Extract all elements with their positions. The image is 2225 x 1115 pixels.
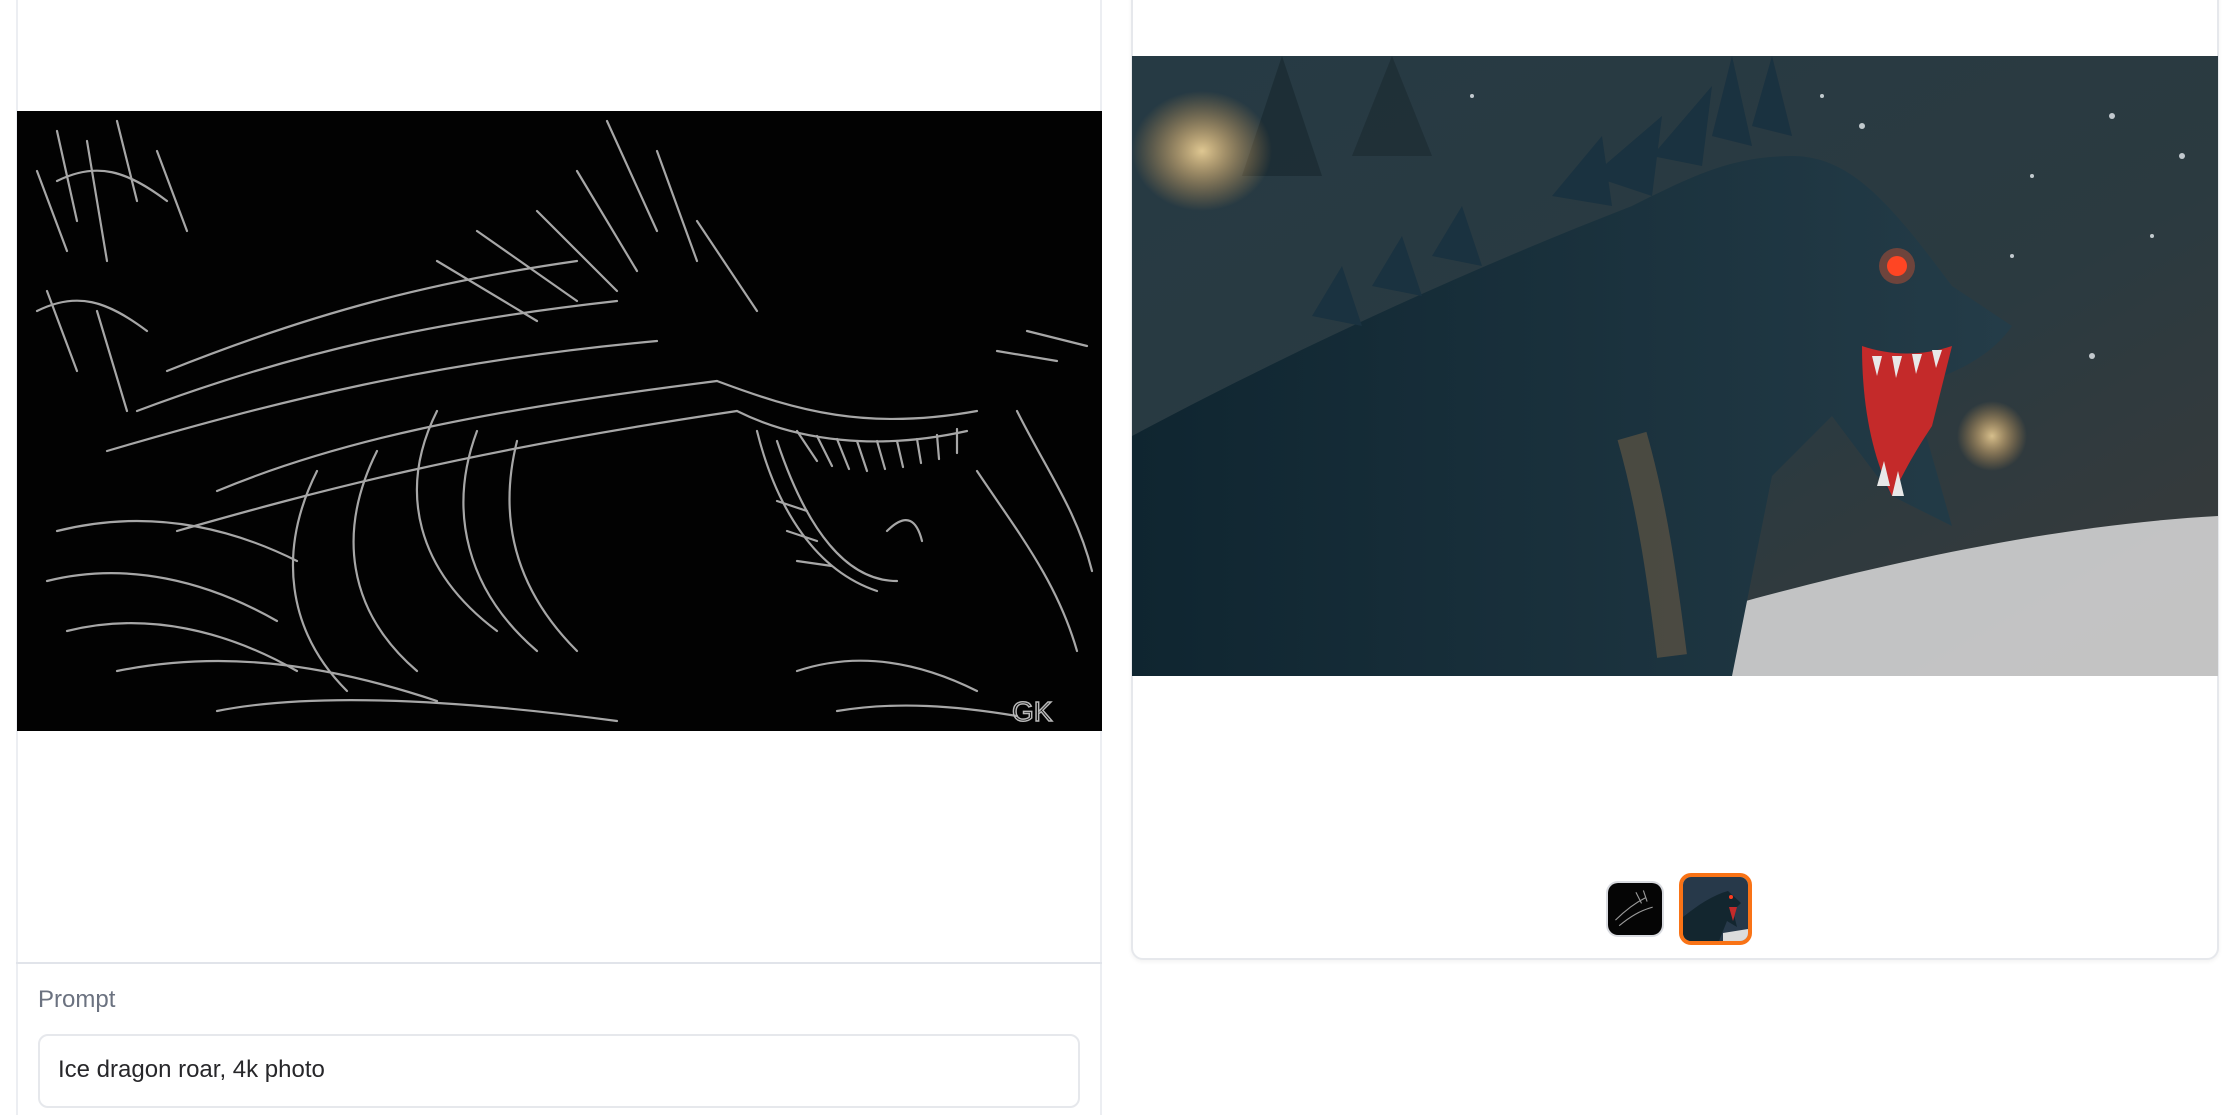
prompt-label: Prompt: [38, 986, 116, 1013]
gallery-thumbnail-edge-map[interactable]: [1606, 881, 1664, 937]
prompt-input-value: Ice dragon roar, 4k photo: [58, 1056, 325, 1083]
input-edge-image[interactable]: GK: [17, 111, 1102, 731]
watermark-text: GK: [1012, 696, 1053, 727]
prompt-section: Prompt Ice dragon roar, 4k photo: [16, 962, 1102, 1115]
gallery-thumbnail-dragon-photo[interactable]: [1679, 873, 1752, 945]
output-dragon-image[interactable]: [1132, 56, 2218, 676]
prompt-input[interactable]: Ice dragon roar, 4k photo: [38, 1034, 1080, 1108]
